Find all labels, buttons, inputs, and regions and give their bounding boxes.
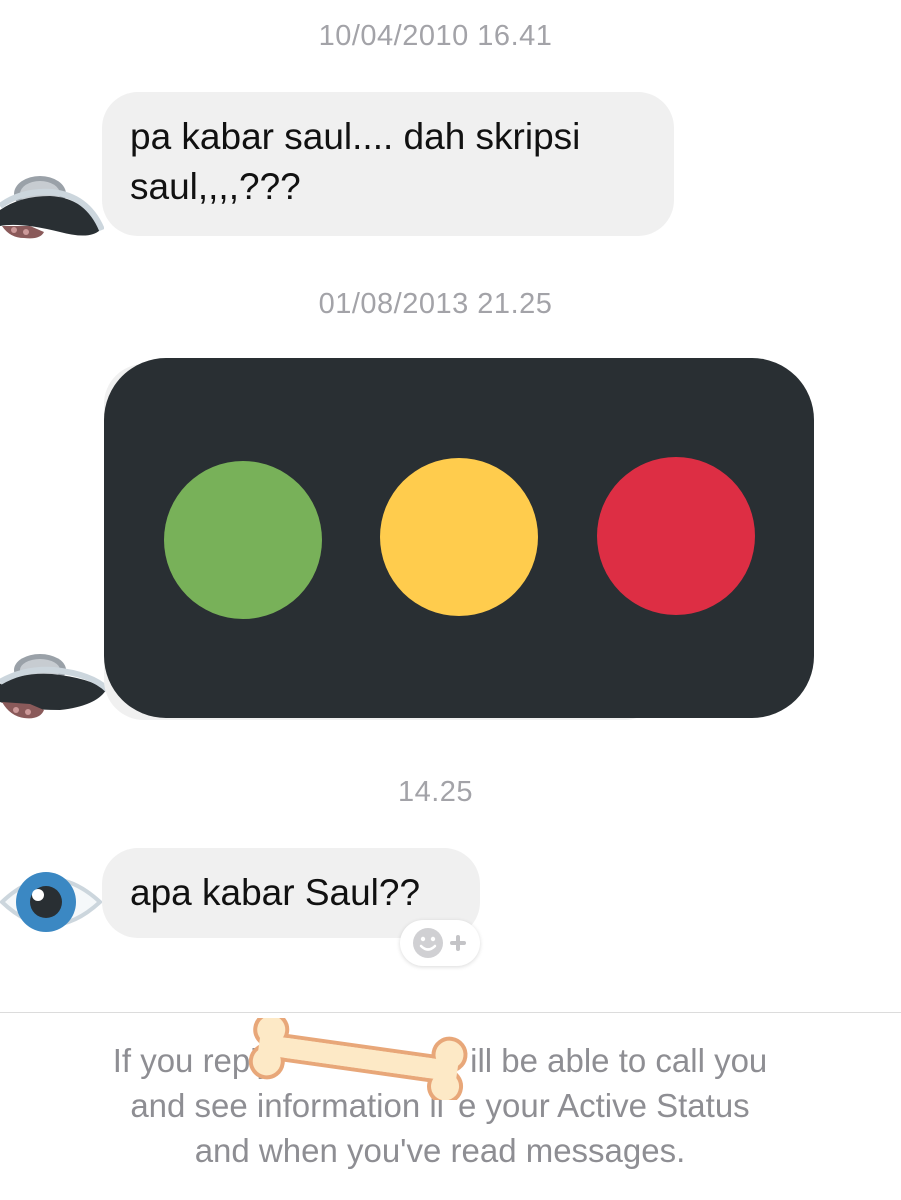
sender-avatar[interactable]	[0, 640, 111, 731]
timestamp: 01/08/2013 21.25	[318, 288, 553, 320]
yellow-light	[380, 458, 538, 616]
green-light	[164, 461, 322, 619]
notice-line-3: and when you've read messages.	[194, 1132, 686, 1169]
eye-icon	[0, 872, 103, 932]
sender-avatar[interactable]	[0, 160, 105, 251]
ufo-icon	[0, 654, 111, 719]
divider	[0, 1012, 901, 1013]
message-bubble[interactable]: pa kabar saul.... dah skripsi saul,,,,??…	[102, 92, 674, 236]
horizontal-traffic-light-icon	[104, 358, 814, 720]
add-reaction-button[interactable]	[400, 920, 480, 966]
image-message[interactable]	[100, 356, 820, 731]
red-light	[597, 457, 755, 615]
bone-icon	[248, 1011, 468, 1105]
add-reaction-icon	[413, 928, 466, 958]
message-text: pa kabar saul.... dah skripsi saul,,,,??…	[130, 116, 581, 207]
censor-overlay	[238, 1011, 478, 1105]
timestamp: 10/04/2010 16.41	[318, 20, 553, 52]
sender-avatar[interactable]	[0, 862, 104, 947]
ufo-icon	[0, 176, 105, 239]
timestamp: 14.25	[397, 776, 474, 808]
message-text: apa kabar Saul??	[130, 872, 421, 913]
